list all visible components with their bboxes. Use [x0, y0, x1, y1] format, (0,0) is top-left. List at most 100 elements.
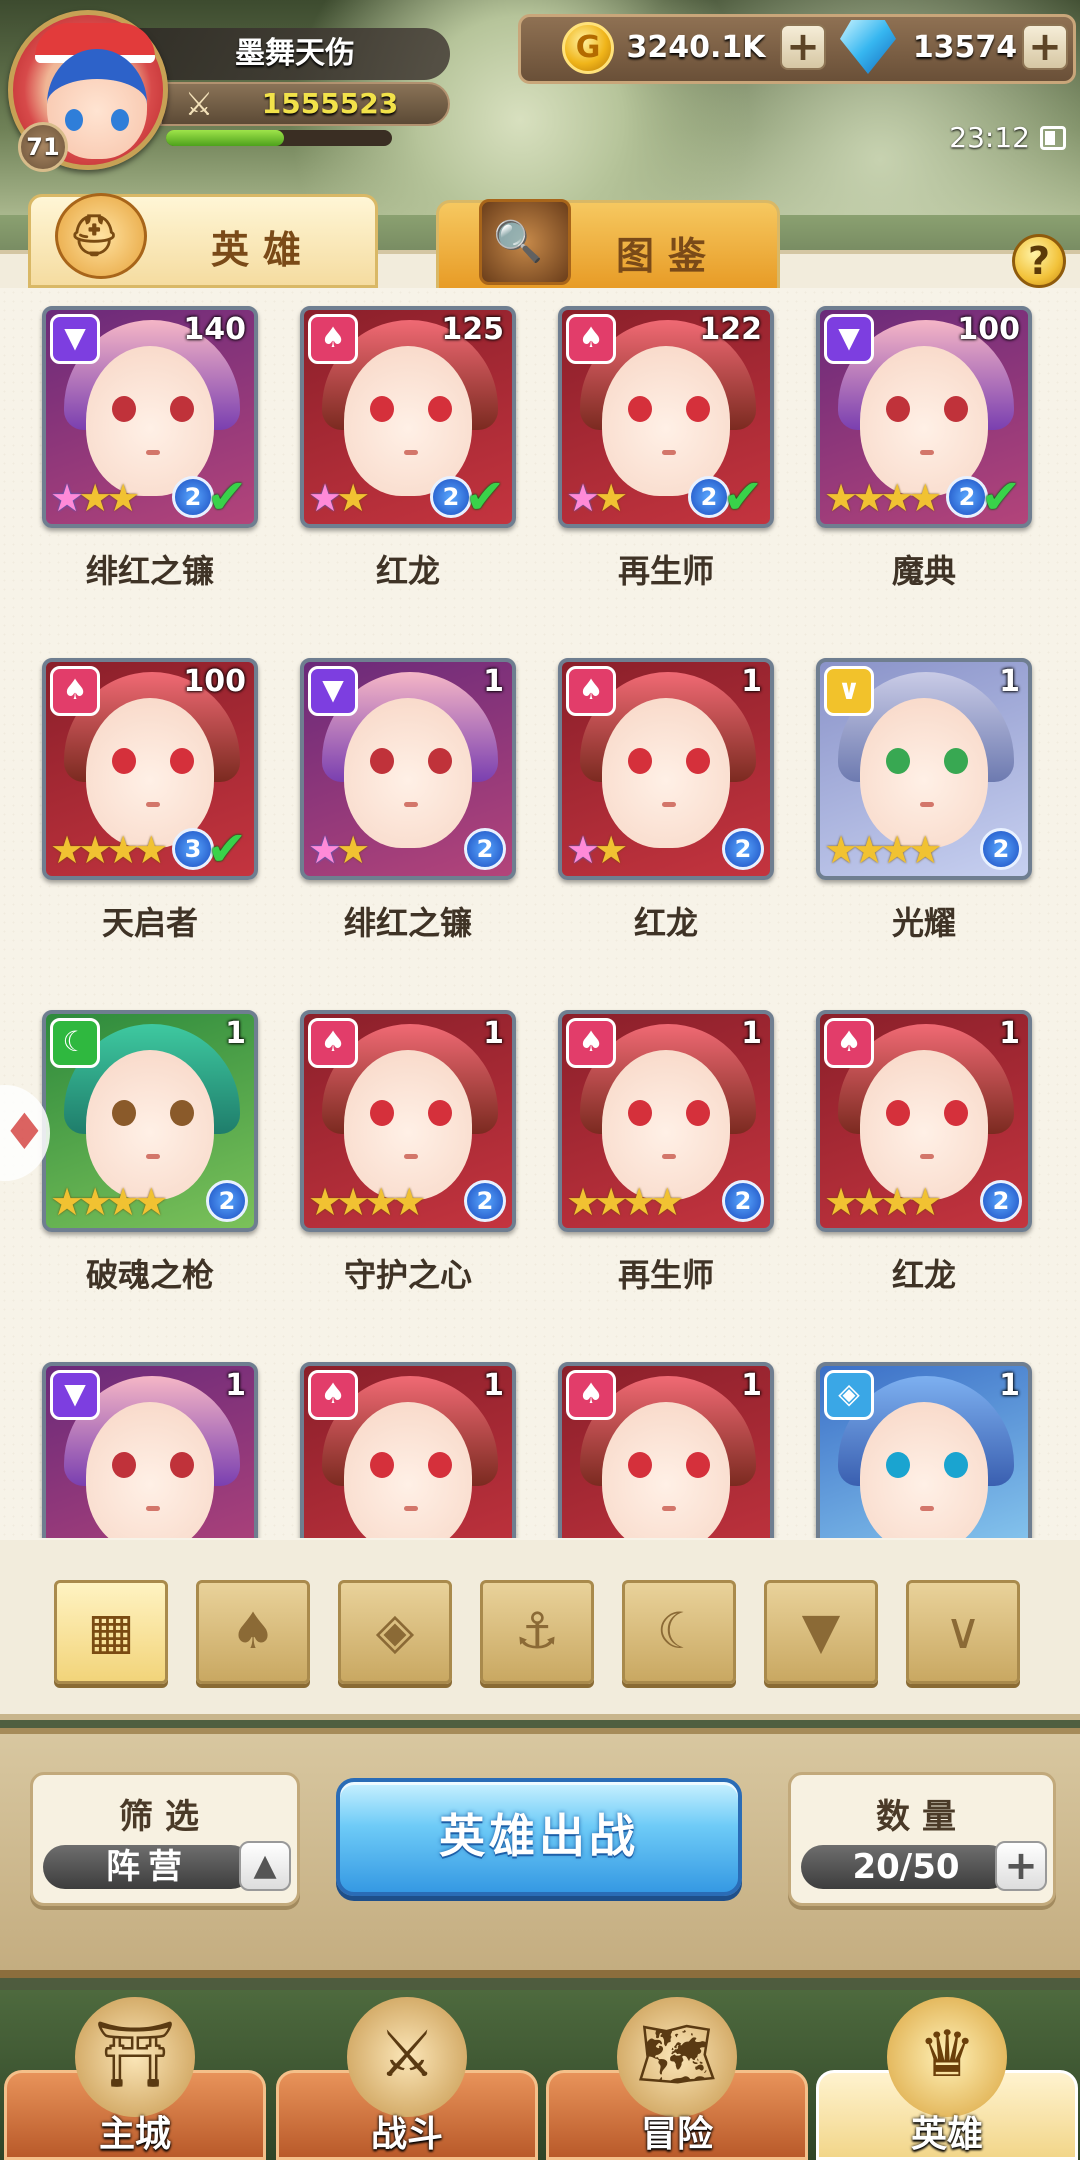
element-badge-icon: ♠ — [50, 666, 100, 716]
add-gems-button[interactable]: + — [1022, 24, 1068, 70]
hero-level: 1 — [741, 1016, 762, 1051]
hero-card[interactable]: ▼ 1 — [42, 1362, 258, 1538]
hero-level: 1 — [741, 664, 762, 699]
count-box: 数量 20/50 + — [788, 1772, 1056, 1906]
hero-eye — [170, 1100, 194, 1126]
hero-card[interactable]: ♠ 1 ★★★★ 2 — [816, 1010, 1032, 1232]
hero-stars: ★★ — [308, 476, 370, 520]
add-gold-button[interactable]: + — [780, 24, 826, 70]
hero-name: 红龙 — [633, 904, 698, 942]
hero-stars: ★★★★ — [50, 1180, 168, 1224]
hero-card[interactable]: ♠ 125 ★★ 2 ✔ — [300, 306, 516, 528]
hero-eye — [628, 748, 652, 774]
hero-card[interactable]: ♠ 1 ★★ 2 — [558, 658, 774, 880]
hero-face — [860, 1050, 988, 1200]
hero-mouth — [146, 1154, 160, 1159]
hero-crest-icon: ♛ — [887, 1997, 1007, 2117]
awakening-badge: 2 — [464, 1180, 506, 1222]
hero-card[interactable]: ∨ 1 ★★★★ 2 — [816, 658, 1032, 880]
hero-card[interactable]: ☾ 1 ★★★★ 2 — [42, 1010, 258, 1232]
deploy-heroes-button[interactable]: 英雄出战 — [336, 1778, 742, 1896]
nav-battle[interactable]: ⚔ 战斗 — [276, 1997, 538, 2160]
tab-heroes-label: 英雄 — [210, 228, 315, 272]
count-title: 数量 — [876, 1797, 968, 1837]
element-badge-icon: ♠ — [308, 1370, 358, 1420]
nav-adventure[interactable]: 🗺 冒险 — [546, 1997, 808, 2160]
hero-mouth — [920, 450, 934, 455]
crossed-swords-icon: ⚔ — [184, 85, 214, 123]
hero-stars: ★★★★ — [824, 828, 942, 872]
clock: 23:12 — [949, 121, 1030, 154]
awakening-badge: 2 — [980, 1180, 1022, 1222]
hero-mouth — [662, 1154, 676, 1159]
hero-eye — [112, 396, 136, 422]
hero-mouth — [662, 450, 676, 455]
filter-all-button[interactable]: ▦ — [54, 1580, 168, 1684]
xp-fill — [166, 130, 284, 146]
hero-card[interactable]: ◈ 1 — [816, 1362, 1032, 1538]
hero-level: 140 — [183, 312, 246, 347]
check-icon: ✔ — [206, 821, 248, 877]
hero-eye — [370, 748, 394, 774]
filter-nature-button[interactable]: ☾ — [622, 1580, 736, 1684]
increase-capacity-button[interactable]: + — [995, 1841, 1047, 1891]
hero-card[interactable]: ♠ 1 ★★★★ 2 — [558, 1010, 774, 1232]
hero-face — [86, 698, 214, 848]
hero-level: 1 — [225, 1368, 246, 1403]
hero-stars: ★★★★ — [824, 476, 942, 520]
hero-eye — [112, 1100, 136, 1126]
hero-card[interactable]: ♠ 1 — [558, 1362, 774, 1538]
hero-card[interactable]: ▼ 100 ★★★★ 2 ✔ — [816, 306, 1032, 528]
filter-light-button[interactable]: ◈ — [338, 1580, 452, 1684]
hero-mouth — [920, 1506, 934, 1511]
hero-name: 魔典 — [891, 552, 956, 590]
help-button[interactable]: ? — [1012, 234, 1066, 288]
hero-card[interactable]: ▼ 140 ★★★ 2 ✔ — [42, 306, 258, 528]
hero-card[interactable]: ♠ 100 ★★★★ 3 ✔ — [42, 658, 258, 880]
filter-value[interactable]: 阵营 — [43, 1845, 253, 1889]
player-name: 墨舞天伤 — [235, 36, 355, 71]
hero-grid[interactable]: ▼ 140 ★★★ 2 ✔ 绯红之镰 ♠ 125 ★★ 2 ✔ 红龙 ♠ 122 ★★ 2 ✔ 再生师 ▼ 100 ★★… — [0, 288, 1080, 1538]
tab-heroes[interactable]: ⛑ 英雄 — [28, 193, 378, 288]
filter-fire-button[interactable]: ♠ — [196, 1580, 310, 1684]
hero-face — [602, 346, 730, 496]
hero-eye — [686, 1452, 710, 1478]
gem-amount: 13574 — [912, 30, 1018, 65]
awakening-badge: 2 — [722, 1180, 764, 1222]
hero-mouth — [404, 1154, 418, 1159]
hero-card[interactable]: ♠ 1 — [300, 1362, 516, 1538]
tab-codex[interactable]: 🔍 图鉴 — [436, 199, 780, 294]
element-badge-icon: ∨ — [824, 666, 874, 716]
check-icon: ✔ — [464, 469, 506, 525]
hero-stars: ★★★★ — [824, 1180, 942, 1224]
hero-level: 1 — [483, 1016, 504, 1051]
filter-shadow-button[interactable]: ▼ — [764, 1580, 878, 1684]
element-badge-icon: ☾ — [50, 1018, 100, 1068]
filter-holy-button[interactable]: ∨ — [906, 1580, 1020, 1684]
hero-face — [860, 698, 988, 848]
hero-face — [344, 698, 472, 848]
element-badge-icon: ▼ — [824, 314, 874, 364]
hero-eye — [170, 1452, 194, 1478]
hero-name: 天启者 — [101, 904, 198, 942]
filter-water-button[interactable]: ⚓ — [480, 1580, 594, 1684]
filter-toggle-button[interactable]: ▲ — [239, 1841, 291, 1891]
nav-heroes[interactable]: ♛ 英雄 — [816, 1997, 1078, 2160]
hero-eye — [686, 396, 710, 422]
hero-level: 1 — [483, 1368, 504, 1403]
hero-mouth — [920, 1154, 934, 1159]
count-value: 20/50 — [801, 1845, 1011, 1889]
hero-eye — [428, 1100, 452, 1126]
hero-card[interactable]: ♠ 1 ★★★★ 2 — [300, 1010, 516, 1232]
hero-card[interactable]: ♠ 122 ★★ 2 ✔ — [558, 306, 774, 528]
hero-mouth — [146, 450, 160, 455]
hero-level: 1 — [483, 664, 504, 699]
nav-city[interactable]: ⛩ 主城 — [4, 1997, 266, 2160]
hero-face — [602, 698, 730, 848]
hero-eye — [628, 1452, 652, 1478]
castle-icon: ⛩ — [75, 1997, 195, 2117]
hero-card[interactable]: ▼ 1 ★★ 2 — [300, 658, 516, 880]
hero-eye — [686, 1100, 710, 1126]
filter-box: 筛选 阵营 ▲ — [30, 1772, 300, 1906]
hero-stars: ★★★ — [50, 476, 140, 520]
